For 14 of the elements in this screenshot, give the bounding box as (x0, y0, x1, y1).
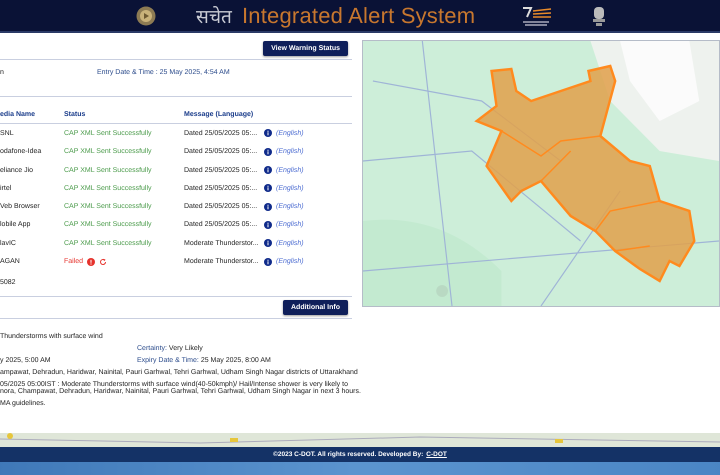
info-icon[interactable] (264, 166, 272, 174)
info-icon[interactable] (264, 202, 272, 211)
retry-icon[interactable] (99, 258, 108, 266)
error-icon (87, 258, 96, 266)
info-icon[interactable] (264, 220, 272, 229)
info-icon[interactable] (264, 258, 272, 266)
info-icon[interactable] (264, 184, 272, 192)
info-icon[interactable] (264, 148, 272, 156)
national-emblem-icon (591, 4, 608, 26)
info-icon[interactable] (264, 129, 272, 138)
app-title: Integrated Alert System (242, 2, 476, 28)
emblem-icon (136, 6, 156, 26)
info-icon[interactable] (264, 239, 272, 248)
logo-text: सचेत (196, 4, 232, 28)
